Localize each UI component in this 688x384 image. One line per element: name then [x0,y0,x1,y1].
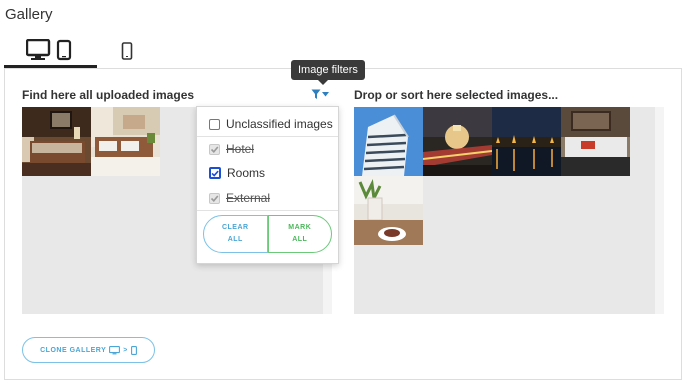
clone-arrow: > [123,346,128,354]
selected-scrollbar[interactable] [655,107,664,314]
page-title: Gallery [5,6,53,23]
image-filter-button[interactable] [311,87,333,101]
desktop-icon [109,345,121,355]
divider [197,136,338,137]
mark-all-button[interactable]: MARK ALL [267,215,332,253]
hotel-room-image-2[interactable] [91,107,160,176]
image-filter-dropdown: Unclassified images Hotel Rooms External… [196,106,339,264]
checkbox-external [209,192,220,204]
clone-gallery-label: CLONE GALLERY [40,346,107,354]
caret-down-icon [322,91,329,97]
filter-option-label: Unclassified images [226,117,333,131]
uploaded-images-title: Find here all uploaded images [22,88,195,102]
filter-option-rooms[interactable]: Rooms [209,166,265,180]
hotel-room-image-1[interactable] [22,107,91,176]
checkbox-hotel [209,143,220,155]
image-filters-tooltip: Image filters [291,60,365,85]
mobile-small-icon [130,345,137,355]
filter-icon [311,89,321,100]
city-night-image[interactable] [423,107,492,176]
tab-mobile[interactable] [109,34,145,68]
checkbox-rooms[interactable] [209,167,221,179]
filter-option-hotel: Hotel [209,142,254,156]
clear-all-button[interactable]: CLEAR ALL [203,215,268,253]
desktop-tablet-icon [25,38,76,61]
mobile-icon [121,42,133,60]
tab-desktop-tablet[interactable] [4,34,97,68]
selected-images-title: Drop or sort here selected images... [354,88,559,102]
modern-building-image[interactable] [354,107,423,176]
filter-option-unclassified[interactable]: Unclassified images [209,117,333,131]
food-table-image[interactable] [354,176,423,245]
clone-gallery-button[interactable]: CLONE GALLERY > [22,337,155,363]
river-night-image[interactable] [492,107,561,176]
filter-option-external: External [209,191,270,205]
filter-option-label: Rooms [227,166,266,180]
filter-actions: CLEAR ALL MARK ALL [203,215,332,253]
divider [197,210,338,211]
hotel-room-image-3[interactable] [561,107,630,176]
filter-option-label: External [226,191,271,205]
filter-option-label: Hotel [226,142,255,156]
checkbox-unclassified[interactable] [209,118,220,130]
